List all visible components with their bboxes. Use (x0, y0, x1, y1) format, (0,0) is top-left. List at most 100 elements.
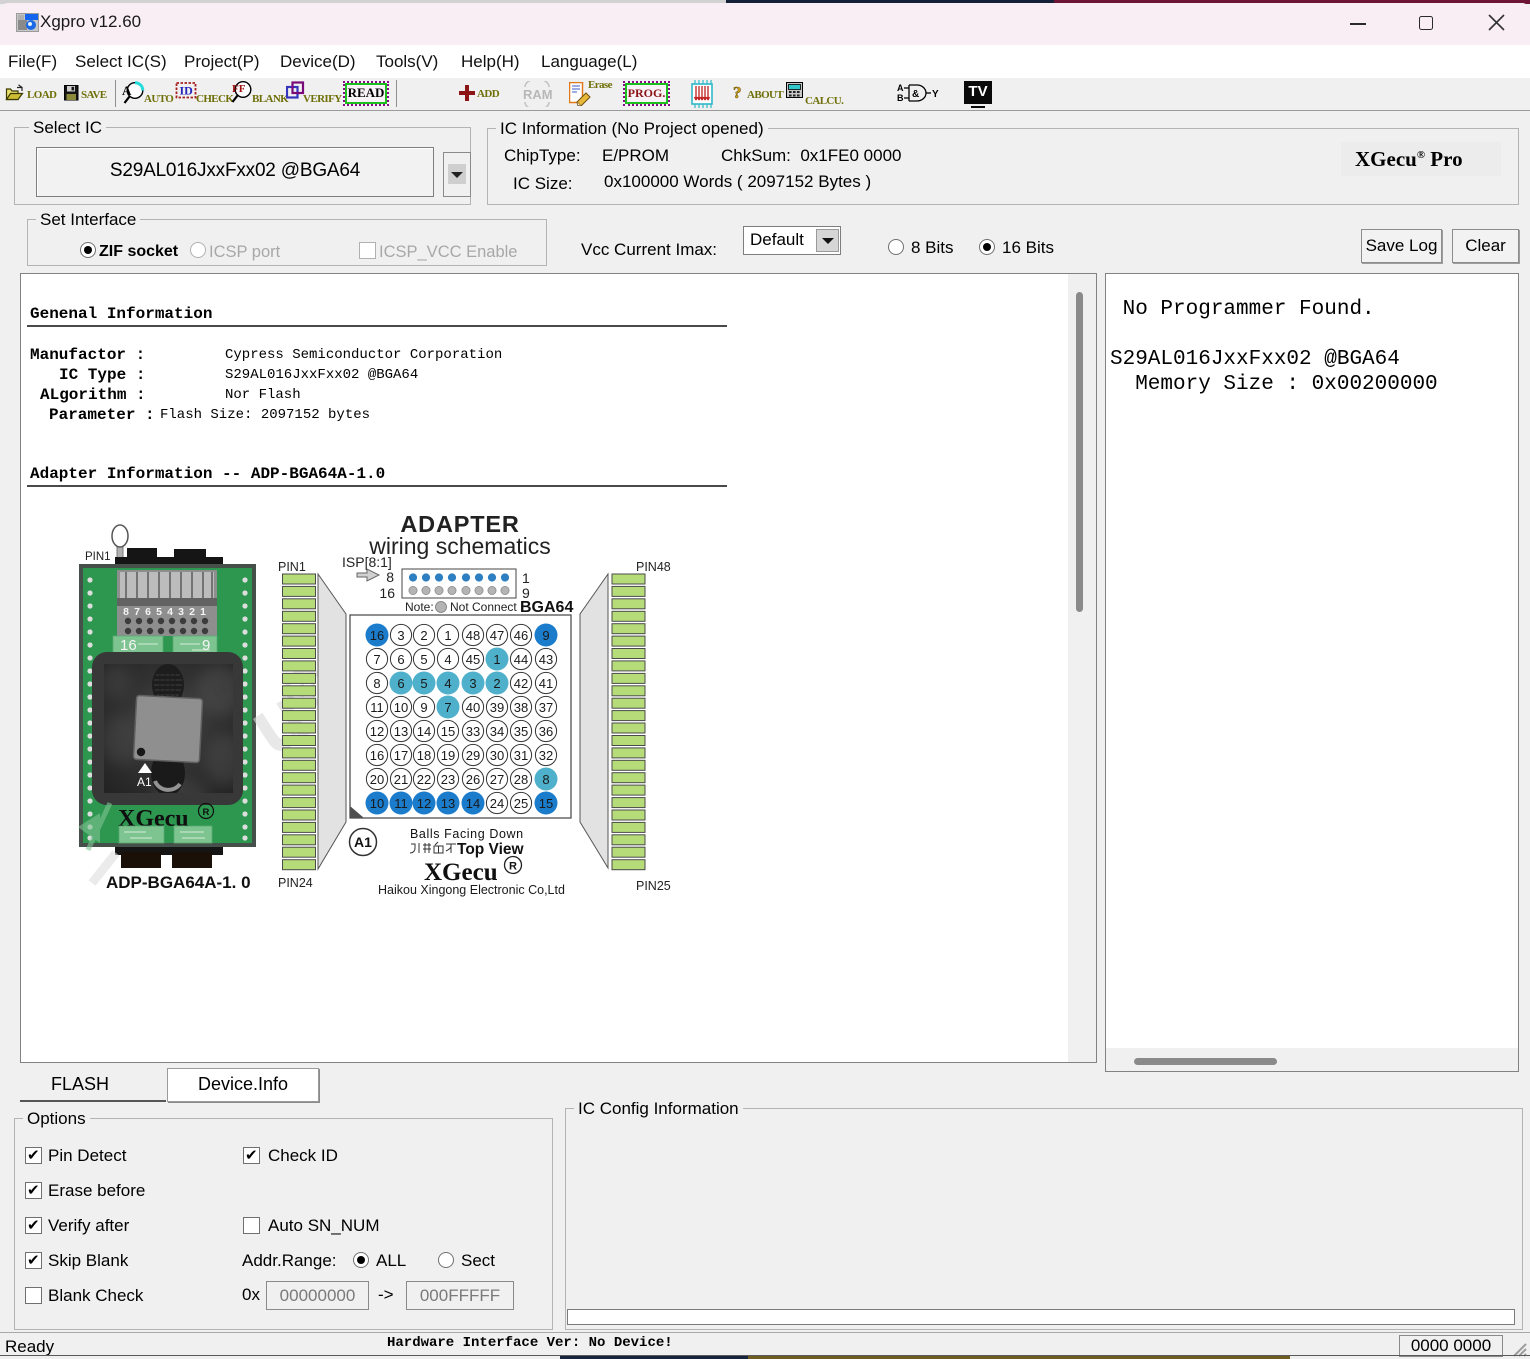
svg-text:23: 23 (441, 772, 455, 787)
svg-text:A1: A1 (137, 775, 152, 789)
svg-text:PIN24: PIN24 (278, 876, 313, 890)
svg-text:15: 15 (441, 724, 455, 739)
svg-text:9: 9 (420, 700, 427, 715)
svg-text:PIN1: PIN1 (278, 560, 306, 574)
svg-text:16: 16 (370, 628, 384, 643)
svg-text:A: A (122, 83, 132, 98)
svg-text:10: 10 (394, 700, 408, 715)
svg-text:24: 24 (490, 796, 504, 811)
svg-text:8: 8 (123, 606, 129, 618)
svg-text:6: 6 (145, 606, 151, 618)
svg-text:11: 11 (370, 700, 384, 715)
svg-text:4: 4 (444, 652, 451, 667)
svg-text:16: 16 (379, 585, 395, 601)
svg-text:28: 28 (514, 772, 528, 787)
svg-text:40: 40 (466, 700, 480, 715)
svg-text:47: 47 (490, 628, 504, 643)
svg-text:12: 12 (370, 724, 384, 739)
svg-text:6: 6 (397, 652, 404, 667)
svg-text:7: 7 (134, 606, 140, 618)
svg-text:5: 5 (156, 606, 162, 618)
svg-text:34: 34 (490, 724, 504, 739)
svg-text:4: 4 (167, 606, 173, 618)
svg-text:26: 26 (466, 772, 480, 787)
svg-text:8: 8 (373, 676, 380, 691)
svg-text:13: 13 (441, 796, 455, 811)
svg-text:13: 13 (394, 724, 408, 739)
svg-text:ID: ID (180, 84, 194, 98)
svg-text:31: 31 (514, 748, 528, 763)
svg-text:27: 27 (490, 772, 504, 787)
svg-text:&: & (912, 89, 919, 100)
svg-text:14: 14 (466, 796, 480, 811)
svg-text:39: 39 (490, 700, 504, 715)
svg-text:44: 44 (514, 652, 528, 667)
svg-text:2: 2 (420, 628, 427, 643)
svg-text:17: 17 (394, 748, 408, 763)
svg-text:7: 7 (444, 700, 451, 715)
svg-text:FF: FF (232, 83, 246, 95)
svg-text:16: 16 (370, 748, 384, 763)
svg-text:21: 21 (394, 772, 408, 787)
svg-text:8: 8 (386, 569, 394, 585)
svg-text:9: 9 (202, 637, 210, 654)
svg-text:46: 46 (514, 628, 528, 643)
svg-text:20: 20 (370, 772, 384, 787)
svg-text:35: 35 (514, 724, 528, 739)
svg-text:wiring schematics: wiring schematics (368, 533, 551, 559)
svg-text:1: 1 (444, 628, 451, 643)
svg-text:18: 18 (417, 748, 431, 763)
svg-text:PIN25: PIN25 (636, 879, 671, 893)
svg-text:12: 12 (417, 796, 431, 811)
svg-text:XGecu: XGecu (424, 859, 498, 886)
svg-text:Note:: Note: (405, 600, 434, 614)
svg-text:RAM: RAM (523, 87, 553, 102)
svg-text:32: 32 (539, 748, 553, 763)
svg-text:9: 9 (542, 628, 549, 643)
svg-text:Top View: Top View (457, 841, 525, 858)
svg-text:10: 10 (370, 796, 384, 811)
svg-text:30: 30 (490, 748, 504, 763)
svg-text:PIN1: PIN1 (85, 551, 111, 563)
svg-text:5: 5 (420, 676, 427, 691)
svg-text:A: A (897, 83, 904, 93)
svg-text:43: 43 (539, 652, 553, 667)
svg-text:?: ? (733, 83, 742, 102)
svg-text:48: 48 (466, 628, 480, 643)
svg-text:33: 33 (466, 724, 480, 739)
svg-text:3: 3 (397, 628, 404, 643)
svg-text:25: 25 (514, 796, 528, 811)
svg-text:19: 19 (441, 748, 455, 763)
svg-text:BGA64: BGA64 (520, 599, 573, 616)
svg-text:41: 41 (539, 676, 553, 691)
svg-text:14: 14 (417, 724, 431, 739)
svg-text:1: 1 (493, 652, 500, 667)
svg-text:5: 5 (420, 652, 427, 667)
svg-text:11: 11 (394, 796, 408, 811)
svg-text:4: 4 (444, 676, 451, 691)
svg-text:3: 3 (469, 676, 476, 691)
svg-text:Y: Y (932, 89, 939, 100)
svg-text:16: 16 (120, 637, 137, 654)
svg-text:22: 22 (417, 772, 431, 787)
svg-text:6: 6 (397, 676, 404, 691)
svg-text:36: 36 (539, 724, 553, 739)
svg-text:7: 7 (373, 652, 380, 667)
svg-text:3: 3 (178, 606, 184, 618)
svg-text:37: 37 (539, 700, 553, 715)
svg-text:Not Connect: Not Connect (450, 600, 517, 614)
svg-text:PIN48: PIN48 (636, 560, 671, 574)
svg-text:15: 15 (539, 796, 553, 811)
svg-text:1: 1 (200, 606, 206, 618)
svg-text:R: R (203, 807, 210, 818)
svg-text:2: 2 (189, 606, 195, 618)
svg-text:1: 1 (522, 570, 530, 586)
svg-text:R: R (509, 861, 517, 873)
svg-text:ISP[8:1]: ISP[8:1] (342, 554, 392, 570)
svg-text:2: 2 (493, 676, 500, 691)
svg-text:29: 29 (466, 748, 480, 763)
svg-text:ADP-BGA64A-1. 0: ADP-BGA64A-1. 0 (106, 873, 251, 892)
svg-text:8: 8 (542, 772, 549, 787)
svg-text:42: 42 (514, 676, 528, 691)
svg-text:Balls Facing Down: Balls Facing Down (410, 827, 524, 841)
